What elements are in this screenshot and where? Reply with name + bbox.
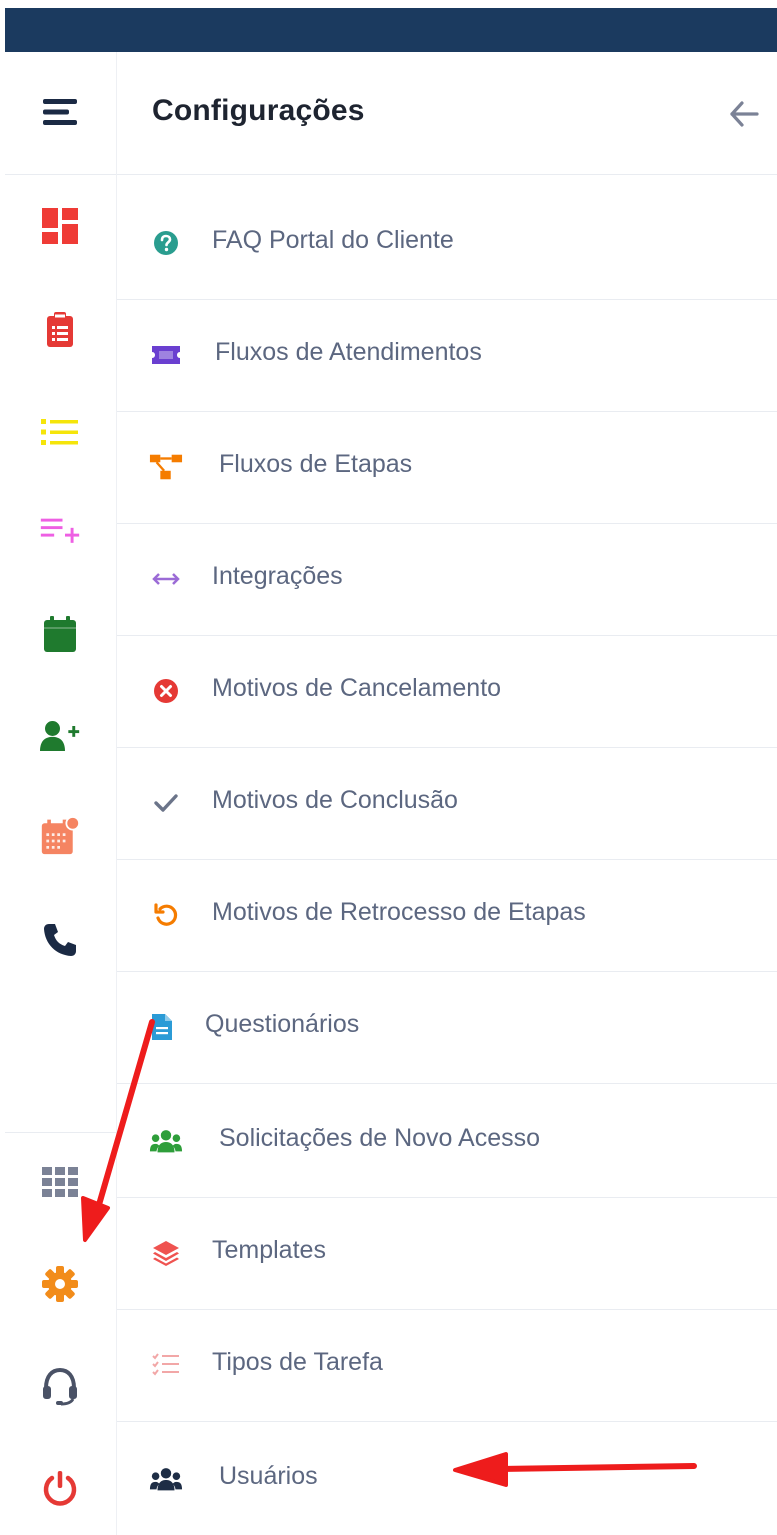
menu-item-motivos-cancelamento[interactable]: Motivos de Cancelamento — [117, 636, 777, 748]
menu-item-label: Tipos de Tarefa — [212, 1348, 383, 1376]
menu-item-label: Usuários — [219, 1462, 318, 1490]
menu-item-integracoes[interactable]: Integrações — [117, 524, 777, 636]
list-icon[interactable] — [40, 412, 80, 452]
phone-icon[interactable] — [40, 920, 80, 960]
clipboard-icon[interactable] — [40, 310, 80, 350]
calendar-alert-icon[interactable] — [40, 816, 80, 856]
undo-icon — [149, 898, 183, 932]
menu-item-label: Motivos de Retrocesso de Etapas — [212, 898, 586, 926]
document-icon — [145, 1010, 179, 1044]
menu-item-fluxos-atendimentos[interactable]: Fluxos de Atendimentos — [117, 300, 777, 412]
checklist-icon — [149, 1348, 183, 1382]
flow-steps-icon — [149, 450, 183, 484]
playlist-add-icon[interactable] — [40, 512, 80, 552]
menu-item-solicitacoes-acesso[interactable]: Solicitações de Novo Acesso — [117, 1086, 777, 1198]
menu-item-label: Motivos de Conclusão — [212, 786, 458, 814]
menu-item-label: Templates — [212, 1236, 326, 1264]
group-icon — [149, 1124, 183, 1158]
menu-item-questionarios[interactable]: Questionários — [117, 972, 777, 1084]
back-arrow-icon[interactable] — [724, 96, 764, 132]
menu-item-motivos-retrocesso[interactable]: Motivos de Retrocesso de Etapas — [117, 860, 777, 972]
headset-icon[interactable] — [40, 1366, 80, 1406]
menu-item-templates[interactable]: Templates — [117, 1198, 777, 1310]
dashboard-icon[interactable] — [40, 206, 80, 246]
calendar-icon[interactable] — [40, 614, 80, 654]
question-circle-icon — [149, 226, 183, 260]
menu-item-tipos-tarefa[interactable]: Tipos de Tarefa — [117, 1310, 777, 1422]
sidebar-rail — [5, 52, 117, 1535]
panel-header: Configurações — [117, 52, 777, 175]
cancel-circle-icon — [149, 674, 183, 708]
menu-item-motivos-conclusao[interactable]: Motivos de Conclusão — [117, 748, 777, 860]
menu-item-label: Fluxos de Etapas — [219, 450, 413, 478]
menu-item-fluxos-etapas[interactable]: Fluxos de Etapas — [117, 412, 777, 524]
ticket-icon — [149, 338, 183, 372]
menu-item-label: Motivos de Cancelamento — [212, 674, 502, 702]
checkmark-icon — [149, 786, 183, 820]
top-bar — [5, 8, 777, 52]
menu-item-label: Solicitações de Novo Acesso — [219, 1124, 541, 1152]
power-icon[interactable] — [40, 1468, 80, 1508]
menu-item-label: Questionários — [205, 1010, 360, 1038]
apps-grid-icon[interactable] — [40, 1162, 80, 1202]
users-icon — [149, 1462, 183, 1496]
settings-gear-icon[interactable] — [40, 1264, 80, 1304]
menu-item-label: Integrações — [212, 562, 343, 590]
layers-icon — [149, 1236, 183, 1270]
menu-item-usuarios[interactable]: Usuários — [117, 1424, 777, 1535]
menu-item-faq-portal[interactable]: FAQ Portal do Cliente — [117, 188, 777, 300]
page-title: Configurações — [152, 94, 365, 127]
user-plus-icon[interactable] — [40, 716, 80, 756]
hamburger-menu-icon[interactable] — [40, 92, 80, 132]
arrows-horizontal-icon — [149, 562, 183, 596]
menu-item-label: FAQ Portal do Cliente — [212, 226, 454, 254]
menu-item-label: Fluxos de Atendimentos — [215, 338, 482, 366]
settings-panel: Configurações FAQ Portal do Cliente Flux… — [117, 52, 777, 1535]
